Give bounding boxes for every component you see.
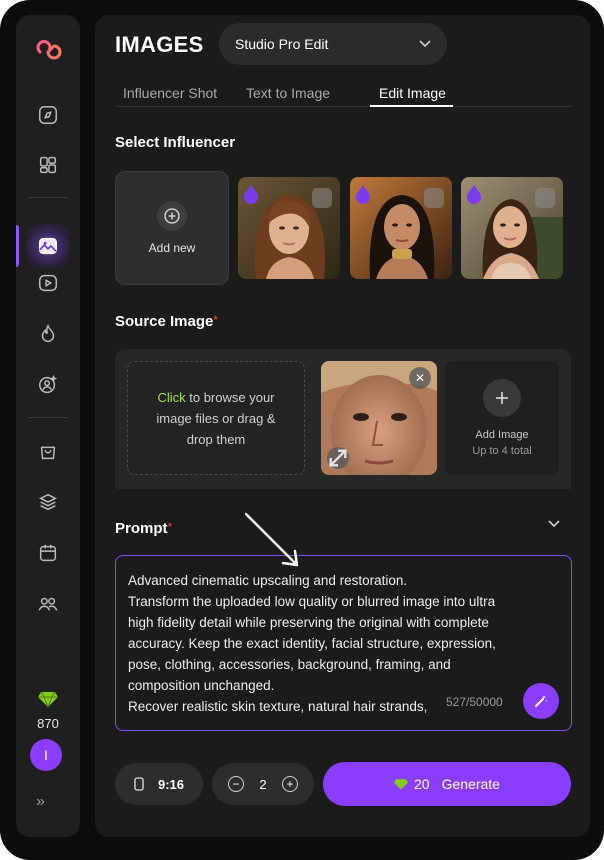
remove-image-button[interactable]: ✕ bbox=[409, 367, 431, 389]
prompt-textarea[interactable]: Advanced cinematic upscaling and restora… bbox=[115, 555, 572, 731]
prompt-title: Prompt bbox=[115, 520, 168, 537]
avatar-initial: I bbox=[44, 747, 48, 763]
avatar[interactable]: I bbox=[30, 739, 62, 771]
users-icon[interactable] bbox=[32, 588, 64, 620]
plus-icon bbox=[483, 379, 521, 417]
source-image-heading: Source Image* bbox=[115, 313, 218, 330]
image-count-value: 2 bbox=[259, 776, 267, 792]
sidebar-divider bbox=[28, 197, 68, 198]
influencer-card[interactable] bbox=[238, 177, 340, 279]
expand-icon[interactable] bbox=[327, 447, 349, 469]
generate-label: Generate bbox=[441, 776, 500, 792]
add-image-button[interactable]: Add Image Up to 4 total bbox=[445, 361, 559, 475]
image-count-stepper: − 2 + bbox=[212, 763, 314, 805]
select-checkbox[interactable] bbox=[312, 188, 332, 208]
plus-circle-icon bbox=[157, 201, 187, 231]
generate-cost: 20 bbox=[414, 776, 430, 792]
source-image-title: Source Image bbox=[115, 313, 214, 330]
gem-icon bbox=[38, 691, 58, 709]
aspect-ratio-value: 9:16 bbox=[157, 776, 185, 792]
aspect-ratio-button[interactable]: 9:16 bbox=[115, 763, 203, 805]
page-title: IMAGES bbox=[115, 32, 204, 57]
active-tab-underline bbox=[370, 105, 453, 107]
calendar-icon[interactable] bbox=[32, 537, 64, 569]
premium-drop-icon bbox=[244, 185, 258, 204]
phone-portrait-icon bbox=[134, 777, 144, 791]
increment-button[interactable]: + bbox=[281, 776, 298, 792]
influencer-card[interactable] bbox=[350, 177, 452, 279]
main-panel: IMAGES Studio Pro Edit Influencer Shot T… bbox=[95, 15, 590, 837]
bag-icon[interactable] bbox=[32, 435, 64, 467]
premium-drop-icon bbox=[356, 185, 370, 204]
video-icon[interactable] bbox=[32, 267, 64, 299]
add-image-label: Add Image bbox=[475, 429, 529, 441]
model-dropdown[interactable]: Studio Pro Edit bbox=[219, 23, 447, 65]
annotation-arrow-icon bbox=[245, 513, 299, 567]
sidebar: 870 I » bbox=[16, 15, 80, 837]
credits-count: 870 bbox=[37, 716, 59, 731]
app-window: 870 I » IMAGES Studio Pro Edit Influence… bbox=[0, 0, 604, 860]
select-checkbox[interactable] bbox=[535, 188, 555, 208]
influencer-card[interactable] bbox=[461, 177, 563, 279]
tab-influencer-shot[interactable]: Influencer Shot bbox=[123, 85, 217, 101]
add-new-label: Add new bbox=[148, 241, 196, 255]
expand-sidebar-icon[interactable]: » bbox=[36, 793, 45, 811]
active-indicator bbox=[16, 225, 19, 267]
required-mark: * bbox=[213, 313, 219, 327]
select-influencer-heading: Select Influencer bbox=[115, 134, 236, 151]
tab-bar: Influencer Shot Text to Image Edit Image bbox=[115, 81, 571, 107]
select-checkbox[interactable] bbox=[424, 188, 444, 208]
credits-display: 870 bbox=[16, 691, 80, 731]
gem-icon bbox=[394, 779, 409, 790]
enhance-prompt-button[interactable] bbox=[523, 683, 559, 719]
decrement-button[interactable]: − bbox=[228, 776, 244, 792]
user-star-icon[interactable] bbox=[32, 369, 64, 401]
char-count: 527/50000 bbox=[446, 695, 503, 709]
collapse-chevron-icon[interactable] bbox=[548, 520, 560, 528]
chevron-down-icon bbox=[419, 40, 431, 48]
add-new-influencer-button[interactable]: Add new bbox=[115, 171, 229, 285]
compass-icon[interactable] bbox=[32, 99, 64, 131]
file-dropzone[interactable]: Click to browse your image files or drag… bbox=[127, 361, 305, 475]
source-image-panel: Click to browse your image files or drag… bbox=[115, 349, 571, 489]
brand-logo[interactable] bbox=[31, 37, 65, 67]
grid-icon[interactable] bbox=[32, 149, 64, 181]
sidebar-divider bbox=[28, 417, 68, 418]
model-dropdown-value: Studio Pro Edit bbox=[235, 36, 329, 52]
click-to-browse-link[interactable]: Click bbox=[157, 390, 185, 405]
magic-wand-icon bbox=[535, 695, 548, 707]
premium-drop-icon bbox=[467, 185, 481, 204]
source-image-thumbnail[interactable]: ✕ bbox=[321, 361, 437, 475]
add-image-limit: Up to 4 total bbox=[472, 445, 532, 457]
flame-icon[interactable] bbox=[32, 318, 64, 350]
prompt-heading: Prompt* bbox=[115, 520, 172, 537]
generate-button[interactable]: 20 Generate bbox=[323, 762, 571, 806]
tab-text-to-image[interactable]: Text to Image bbox=[246, 85, 330, 101]
tab-edit-image[interactable]: Edit Image bbox=[379, 85, 446, 101]
required-mark: * bbox=[167, 520, 173, 534]
image-icon[interactable] bbox=[26, 224, 70, 268]
layers-icon[interactable] bbox=[32, 486, 64, 518]
